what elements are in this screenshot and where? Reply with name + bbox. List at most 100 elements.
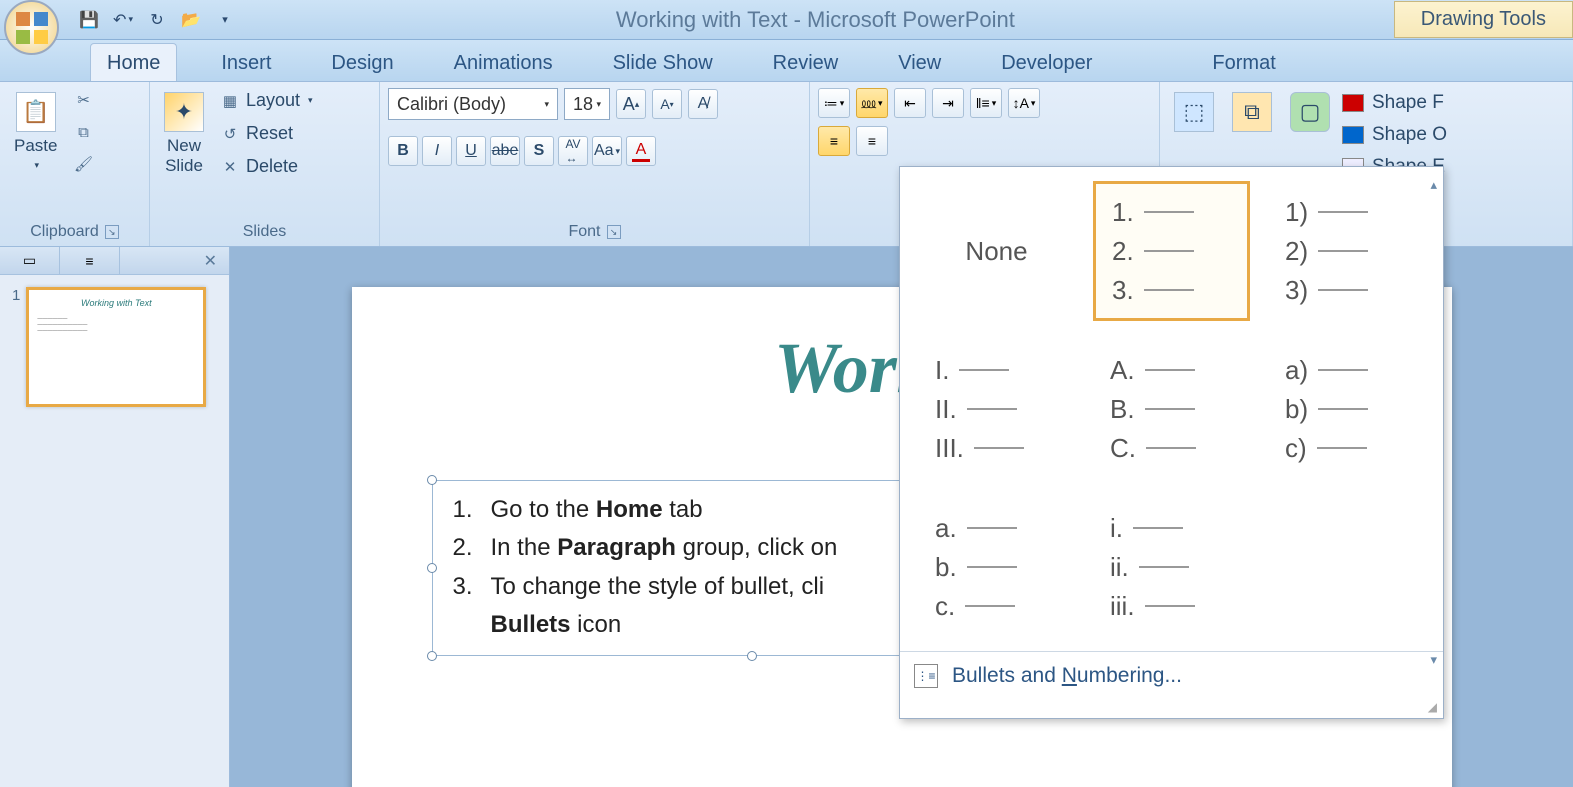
group-font: Calibri (Body)▾ 18▾ A▴ A▾ A̸ B I U abe S… xyxy=(380,82,810,246)
shapes-button[interactable]: ⬚ xyxy=(1168,88,1220,136)
group-clipboard: 📋 Paste ▾ ✂ ⧉ 🖌 Clipboard ↘ xyxy=(0,82,150,246)
numbering-option-123dot[interactable]: 1. 2. 3. xyxy=(1093,181,1250,321)
copy-icon: ⧉ xyxy=(73,122,93,142)
numbering-option-123paren[interactable]: 1) 2) 3) xyxy=(1268,181,1425,321)
delete-button[interactable]: ✕Delete xyxy=(216,154,317,179)
thumb-body: —————————————————————————— xyxy=(37,316,195,334)
group-slides: ✦ New Slide ▦Layout▾ ↺Reset ✕Delete Slid… xyxy=(150,82,380,246)
bullets-button[interactable]: ≔▾ xyxy=(818,88,850,118)
window-title: Working with Text - Microsoft PowerPoint xyxy=(237,7,1394,33)
underline-button[interactable]: U xyxy=(456,136,486,166)
tab-insert[interactable]: Insert xyxy=(205,44,287,81)
reset-button[interactable]: ↺Reset xyxy=(216,121,317,146)
slides-label: Slides xyxy=(243,223,287,241)
numbering-option-empty xyxy=(1268,497,1425,637)
decrease-indent-button[interactable]: ⇤ xyxy=(894,88,926,118)
delete-icon: ✕ xyxy=(220,157,240,177)
paste-icon: 📋 xyxy=(16,92,56,132)
paste-button[interactable]: 📋 Paste ▾ xyxy=(8,88,63,175)
arrange-icon: ⧉ xyxy=(1232,92,1272,132)
fill-swatch-icon xyxy=(1342,94,1364,112)
char-spacing-button[interactable]: AV↔ xyxy=(558,136,588,166)
undo-icon[interactable]: ↶▾ xyxy=(111,8,135,32)
scroll-up-icon[interactable]: ▴ xyxy=(1430,177,1437,193)
clipboard-launcher[interactable]: ↘ xyxy=(105,225,119,239)
arrange-button[interactable]: ⧉ xyxy=(1226,88,1278,136)
new-slide-button[interactable]: ✦ New Slide xyxy=(158,88,210,180)
strike-button[interactable]: abe xyxy=(490,136,520,166)
slides-tab-icon[interactable]: ▭ xyxy=(0,247,60,274)
save-icon[interactable]: 💾 xyxy=(77,8,101,32)
line-spacing-button[interactable]: ‖≡▾ xyxy=(970,88,1002,118)
brush-icon: 🖌 xyxy=(73,154,93,174)
ribbon-tabs: Home Insert Design Animations Slide Show… xyxy=(0,40,1573,82)
layout-icon: ▦ xyxy=(220,91,240,111)
new-slide-icon: ✦ xyxy=(164,92,204,132)
shape-fill-button[interactable]: Shape F xyxy=(1342,92,1447,114)
grow-font-button[interactable]: A▴ xyxy=(616,89,646,119)
numbering-button[interactable]: ⅏▾ xyxy=(856,88,888,118)
copy-button[interactable]: ⧉ xyxy=(69,120,97,144)
bullets-and-numbering-menu[interactable]: ⋮≡ Bullets and Numbering... xyxy=(900,651,1443,700)
tab-review[interactable]: Review xyxy=(757,44,855,81)
format-painter-button[interactable]: 🖌 xyxy=(69,152,97,176)
list-icon: ⋮≡ xyxy=(914,664,938,688)
reset-icon: ↺ xyxy=(220,124,240,144)
tab-design[interactable]: Design xyxy=(315,44,409,81)
new-slide-label: New Slide xyxy=(165,136,203,176)
thumbnails-pane: ▭ ≡ ✕ 1 Working with Text ——————————————… xyxy=(0,247,230,787)
numbering-option-roman-upper[interactable]: I. II. III. xyxy=(918,339,1075,479)
numbering-option-abc-upper[interactable]: A. B. C. xyxy=(1093,339,1250,479)
tab-view[interactable]: View xyxy=(882,44,957,81)
open-icon[interactable]: 📂 xyxy=(179,8,203,32)
layout-button[interactable]: ▦Layout▾ xyxy=(216,88,317,113)
paste-label: Paste xyxy=(14,136,57,156)
change-case-button[interactable]: Aa▾ xyxy=(592,136,622,166)
bold-button[interactable]: B xyxy=(388,136,418,166)
outline-swatch-icon xyxy=(1342,126,1364,144)
font-size-select[interactable]: 18▾ xyxy=(564,88,610,120)
font-color-button[interactable]: A xyxy=(626,136,656,166)
increase-indent-button[interactable]: ⇥ xyxy=(932,88,964,118)
italic-button[interactable]: I xyxy=(422,136,452,166)
numbering-option-roman-lower[interactable]: i. ii. iii. xyxy=(1093,497,1250,637)
tab-home[interactable]: Home xyxy=(90,43,177,81)
outline-tab-icon[interactable]: ≡ xyxy=(60,247,120,274)
scroll-down-icon[interactable]: ▾ xyxy=(1430,652,1437,668)
numbering-gallery: ▴ None 1. 2. 3. 1) 2) 3) I. II. III. A. … xyxy=(899,166,1444,719)
tab-animations[interactable]: Animations xyxy=(438,44,569,81)
text-direction-button[interactable]: ↕A▾ xyxy=(1008,88,1040,118)
contextual-tab-label: Drawing Tools xyxy=(1394,1,1573,38)
shadow-button[interactable]: S xyxy=(524,136,554,166)
clear-format-button[interactable]: A̸ xyxy=(688,89,718,119)
slide-thumbnail-1[interactable]: 1 Working with Text ————————————————————… xyxy=(12,287,217,407)
resize-grip-icon[interactable]: ◢ xyxy=(900,700,1443,718)
align-left-button[interactable]: ≡ xyxy=(818,126,850,156)
redo-icon[interactable]: ↻ xyxy=(145,8,169,32)
numbering-option-none[interactable]: None xyxy=(918,181,1075,321)
clipboard-label: Clipboard xyxy=(30,223,98,241)
font-name-select[interactable]: Calibri (Body)▾ xyxy=(388,88,558,120)
shrink-font-button[interactable]: A▾ xyxy=(652,89,682,119)
quick-styles-button[interactable]: ▢ xyxy=(1284,88,1336,136)
tab-slideshow[interactable]: Slide Show xyxy=(597,44,729,81)
cut-button[interactable]: ✂ xyxy=(69,88,97,112)
tab-format[interactable]: Format xyxy=(1196,44,1291,81)
font-launcher[interactable]: ↘ xyxy=(607,225,621,239)
quick-access-toolbar: 💾 ↶▾ ↻ 📂 ▾ xyxy=(77,8,237,32)
cut-icon: ✂ xyxy=(73,90,93,110)
title-bar: 💾 ↶▾ ↻ 📂 ▾ Working with Text - Microsoft… xyxy=(0,0,1573,40)
close-pane-icon[interactable]: ✕ xyxy=(192,247,229,274)
thumb-number: 1 xyxy=(12,287,20,407)
shapes-icon: ⬚ xyxy=(1174,92,1214,132)
styles-icon: ▢ xyxy=(1290,92,1330,132)
numbering-option-abc-paren[interactable]: a) b) c) xyxy=(1268,339,1425,479)
align-center-button[interactable]: ≡ xyxy=(856,126,888,156)
thumb-title: Working with Text xyxy=(37,298,195,308)
shape-outline-button[interactable]: Shape O xyxy=(1342,124,1447,146)
tab-developer[interactable]: Developer xyxy=(985,44,1108,81)
office-button[interactable] xyxy=(4,0,59,55)
numbering-option-abc-lower[interactable]: a. b. c. xyxy=(918,497,1075,637)
qat-more-icon[interactable]: ▾ xyxy=(213,8,237,32)
font-label: Font xyxy=(568,223,600,241)
